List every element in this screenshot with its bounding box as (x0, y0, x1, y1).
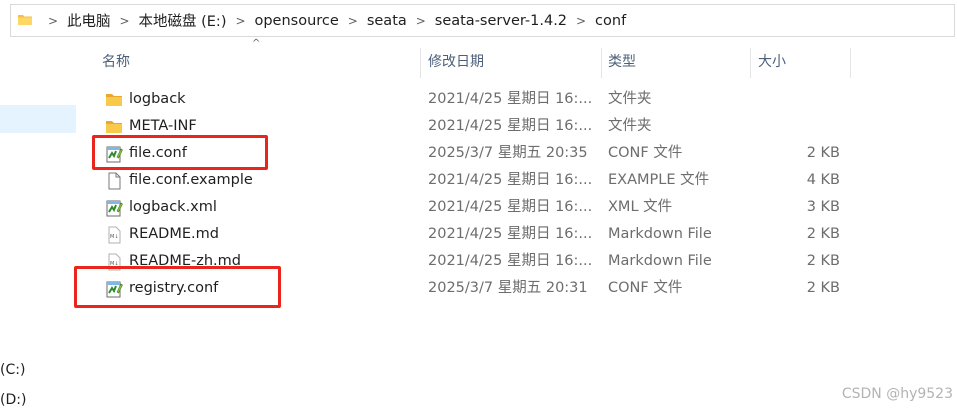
breadcrumb-seata-server[interactable]: seata-server-1.4.2 (433, 13, 569, 29)
file-size: 2 KB (806, 145, 840, 161)
column-divider[interactable] (750, 48, 751, 78)
file-row[interactable]: file.conf.example 2021/4/25 星期日 16:... EXA… (80, 167, 860, 194)
file-row[interactable]: M↓ README.md 2021/4/25 星期日 16:... Markdown … (80, 221, 860, 248)
column-divider[interactable] (420, 48, 421, 78)
folder-icon (104, 117, 124, 137)
file-type: EXAMPLE 文件 (608, 172, 710, 188)
folder-icon (18, 15, 32, 25)
file-size (750, 86, 840, 113)
breadcrumb-conf[interactable]: conf (593, 13, 628, 29)
notepad-file-icon (104, 198, 124, 218)
file-size: 2 KB (806, 280, 840, 296)
column-size[interactable]: 大小 (758, 48, 786, 76)
file-date-modified: 2021/4/25 星期日 16:... (428, 253, 593, 269)
breadcrumb: > 此电脑 > 本地磁盘 (E:) > opensource > seata >… (41, 5, 628, 36)
blank-file-icon (104, 171, 124, 191)
file-type: CONF 文件 (608, 280, 683, 296)
nav-item-drive-d[interactable]: (D:) (0, 392, 26, 408)
file-name: logback (129, 91, 186, 107)
file-name: logback.xml (129, 199, 217, 215)
breadcrumb-this-pc[interactable]: 此电脑 (65, 10, 113, 31)
file-type: 文件夹 (608, 91, 652, 107)
file-size: 2 KB (806, 253, 840, 269)
file-type: Markdown File (608, 253, 712, 269)
column-header: 名称 修改日期 类型 大小 (0, 48, 957, 78)
file-name: file.conf.example (129, 172, 253, 188)
chevron-right-icon[interactable]: > (345, 14, 361, 28)
nav-item-drive-c[interactable]: (C:) (0, 362, 25, 378)
column-date-modified[interactable]: 修改日期 (428, 48, 484, 76)
markdown-file-icon: M↓ (104, 225, 124, 245)
folder-icon (104, 90, 124, 110)
file-row[interactable]: logback 2021/4/25 星期日 16:... 文件夹 (80, 86, 860, 113)
file-date-modified: 2021/4/25 星期日 16:... (428, 91, 593, 107)
file-type: XML 文件 (608, 199, 673, 215)
file-date-modified: 2025/3/7 星期五 20:35 (428, 145, 588, 161)
file-row[interactable]: logback.xml 2021/4/25 星期日 16:... XML 文件 3 K… (80, 194, 860, 221)
file-size: 3 KB (806, 199, 840, 215)
address-bar[interactable]: > 此电脑 > 本地磁盘 (E:) > opensource > seata >… (10, 4, 955, 37)
file-size: 2 KB (806, 226, 840, 242)
file-type: 文件夹 (608, 118, 652, 134)
highlight-registry-conf (74, 266, 281, 308)
file-type: Markdown File (608, 226, 712, 242)
breadcrumb-seata[interactable]: seata (365, 13, 409, 29)
svg-text:M↓: M↓ (110, 234, 119, 240)
file-name: README.md (129, 226, 219, 242)
breadcrumb-local-disk-e[interactable]: 本地磁盘 (E:) (137, 10, 229, 31)
column-type[interactable]: 类型 (608, 48, 636, 76)
file-type: CONF 文件 (608, 145, 683, 161)
highlight-file-conf (92, 135, 268, 170)
file-date-modified: 2021/4/25 星期日 16:... (428, 199, 593, 215)
file-date-modified: 2021/4/25 星期日 16:... (428, 118, 593, 134)
nav-item-selected[interactable] (0, 105, 76, 133)
chevron-right-icon[interactable]: > (232, 14, 248, 28)
column-divider[interactable] (601, 48, 602, 78)
chevron-right-icon[interactable]: > (45, 14, 61, 28)
watermark: CSDN @hy9523 (841, 386, 953, 402)
file-date-modified: 2021/4/25 星期日 16:... (428, 226, 593, 242)
chevron-right-icon[interactable]: > (413, 14, 429, 28)
file-size (750, 113, 840, 140)
file-date-modified: 2021/4/25 星期日 16:... (428, 172, 593, 188)
column-divider[interactable] (850, 48, 851, 78)
chevron-right-icon[interactable]: > (573, 14, 589, 28)
file-date-modified: 2025/3/7 星期五 20:31 (428, 280, 588, 296)
chevron-right-icon[interactable]: > (117, 14, 133, 28)
file-explorer-window: > 此电脑 > 本地磁盘 (E:) > opensource > seata >… (0, 0, 957, 410)
column-name[interactable]: 名称 (102, 48, 130, 76)
navigation-pane: (C:) (D:) (0, 40, 76, 410)
file-size: 4 KB (806, 172, 840, 188)
breadcrumb-opensource[interactable]: opensource (252, 13, 340, 29)
